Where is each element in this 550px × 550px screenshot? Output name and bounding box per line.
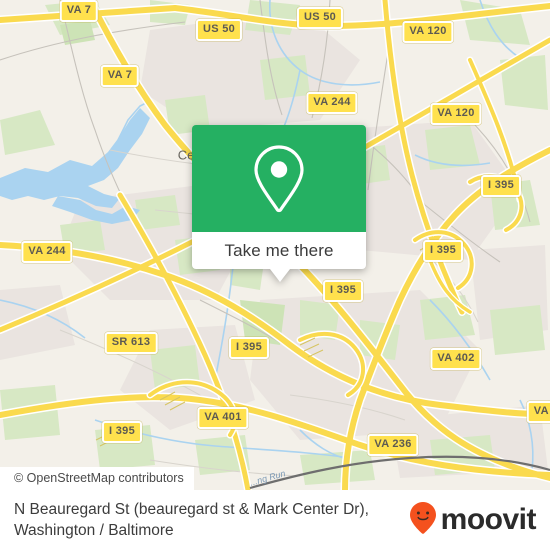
location-title-line2: Washington / Baltimore [14,522,174,539]
road-shield-va-120-north[interactable]: VA 120 [402,21,454,43]
smiling-pin-icon [409,501,437,540]
moovit-logo[interactable]: moovit [409,501,537,540]
take-me-there-button[interactable]: Take me there [192,232,366,269]
road-shield-va-401[interactable]: VA 401 [197,407,249,429]
road-shield-va-120-south[interactable]: VA 120 [430,103,482,125]
road-shield-i-395-center[interactable]: I 395 [323,280,363,302]
road-shield-us-50-west[interactable]: US 50 [195,19,243,41]
road-shield-sr-613[interactable]: SR 613 [104,332,158,354]
road-shield-i-395-northeast[interactable]: I 395 [481,175,521,197]
road-shield-us-50-east[interactable]: US 50 [296,7,344,29]
map-attribution[interactable]: © OpenStreetMap contributors [0,467,194,490]
take-me-there-label: Take me there [224,240,334,260]
moovit-wordmark: moovit [440,503,537,536]
road-shield-va-east-edge[interactable]: VA 2 [526,401,550,423]
location-pin-icon [250,143,308,215]
road-shield-va-7-south[interactable]: VA 7 [100,65,140,87]
popup-pointer-tail [270,269,290,282]
map-canvas[interactable]: .land { fill:#f3f0e9; } .urban { fill:#e… [0,0,550,490]
location-title: N Beauregard St (beauregard st & Mark Ce… [14,499,369,541]
road-shield-va-402[interactable]: VA 402 [430,348,482,370]
moovit-map-screenshot: .land { fill:#f3f0e9; } .urban { fill:#e… [0,0,550,550]
footer-bar: N Beauregard St (beauregard st & Mark Ce… [0,490,550,550]
road-shield-va-7-north[interactable]: VA 7 [59,0,99,22]
road-shield-i-395-east[interactable]: I 395 [423,240,463,262]
popup-header [192,125,366,232]
location-title-line1: N Beauregard St (beauregard st & Mark Ce… [14,501,369,518]
road-shield-i-395-middle[interactable]: I 395 [229,337,269,359]
road-shield-va-236[interactable]: VA 236 [367,434,419,456]
location-popup-card[interactable]: Take me there [192,125,366,282]
road-shield-va-244-north[interactable]: VA 244 [306,92,358,114]
road-shield-i-395-southwest[interactable]: I 395 [102,421,142,443]
road-shield-va-244-west[interactable]: VA 244 [21,241,73,263]
